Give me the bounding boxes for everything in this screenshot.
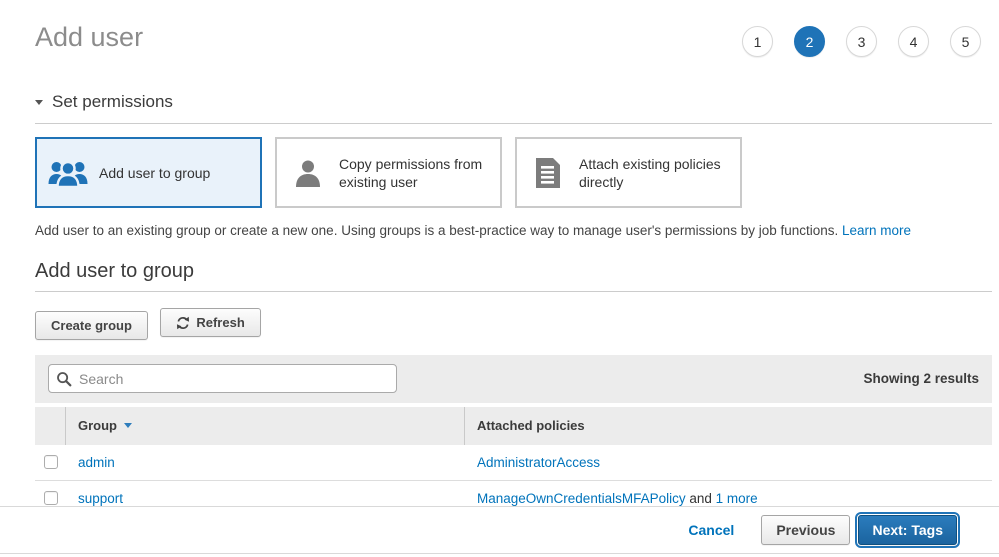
- option-add-user-to-group[interactable]: Add user to group: [35, 137, 262, 208]
- row-checkbox[interactable]: [44, 491, 58, 505]
- wizard-steps: 1 2 3 4 5: [742, 26, 981, 57]
- group-name-link[interactable]: support: [78, 491, 123, 506]
- add-user-to-group-heading: Add user to group: [35, 260, 992, 292]
- refresh-label: Refresh: [196, 315, 244, 330]
- search-icon: [56, 371, 72, 390]
- policy-link[interactable]: AdministratorAccess: [477, 455, 600, 470]
- previous-button[interactable]: Previous: [761, 515, 850, 545]
- policies-column-label: Attached policies: [477, 418, 585, 433]
- document-icon: [517, 158, 579, 188]
- set-permissions-title: Set permissions: [52, 92, 173, 112]
- more-policies-link[interactable]: 1 more: [716, 491, 758, 506]
- option-label: Attach existing policies directly: [579, 155, 740, 191]
- option-label: Copy permissions from existing user: [339, 155, 500, 191]
- option-copy-permissions[interactable]: Copy permissions from existing user: [275, 137, 502, 208]
- group-column-label: Group: [78, 418, 117, 433]
- column-header-attached-policies: Attached policies: [465, 407, 992, 445]
- group-icon: [37, 158, 99, 188]
- wizard-footer: Cancel Previous Next: Tags: [0, 506, 999, 554]
- sort-desc-icon[interactable]: [124, 423, 132, 428]
- cancel-link[interactable]: Cancel: [688, 522, 734, 538]
- option-label: Add user to group: [99, 164, 218, 182]
- learn-more-link[interactable]: Learn more: [842, 223, 911, 238]
- option-attach-policies[interactable]: Attach existing policies directly: [515, 137, 742, 208]
- column-header-group[interactable]: Group: [66, 407, 465, 445]
- group-actions: Create group Refresh: [35, 308, 992, 340]
- header-checkbox-cell: [35, 407, 66, 445]
- search-input[interactable]: [48, 364, 397, 393]
- step-3[interactable]: 3: [846, 26, 877, 57]
- policy-link[interactable]: ManageOwnCredentialsMFAPolicy: [477, 491, 686, 506]
- results-count: Showing 2 results: [863, 371, 979, 386]
- group-name-link[interactable]: admin: [78, 455, 115, 470]
- row-checkbox[interactable]: [44, 455, 58, 469]
- step-5[interactable]: 5: [950, 26, 981, 57]
- user-icon: [277, 158, 339, 188]
- permission-option-cards: Add user to group Copy permissions from …: [35, 137, 992, 208]
- set-permissions-header[interactable]: Set permissions: [35, 92, 992, 124]
- search-wrap: [48, 364, 397, 393]
- create-group-button[interactable]: Create group: [35, 311, 148, 340]
- next-tags-button[interactable]: Next: Tags: [858, 515, 957, 545]
- groups-table: Showing 2 results Group Attached policie…: [35, 355, 992, 517]
- section-description: Add user to an existing group or create …: [35, 223, 992, 238]
- refresh-button[interactable]: Refresh: [160, 308, 260, 337]
- table-toolbar: Showing 2 results: [35, 355, 992, 403]
- collapse-caret-icon: [35, 100, 43, 105]
- step-4[interactable]: 4: [898, 26, 929, 57]
- page-header: Add user 1 2 3 4 5: [0, 0, 999, 80]
- policy-connector: and: [686, 491, 716, 506]
- refresh-icon: [176, 316, 190, 330]
- step-2-active[interactable]: 2: [794, 26, 825, 57]
- page-title: Add user: [35, 22, 143, 53]
- table-header-row: Group Attached policies: [35, 407, 992, 445]
- step-1[interactable]: 1: [742, 26, 773, 57]
- table-row-admin: admin AdministratorAccess: [35, 445, 992, 481]
- description-text: Add user to an existing group or create …: [35, 223, 842, 238]
